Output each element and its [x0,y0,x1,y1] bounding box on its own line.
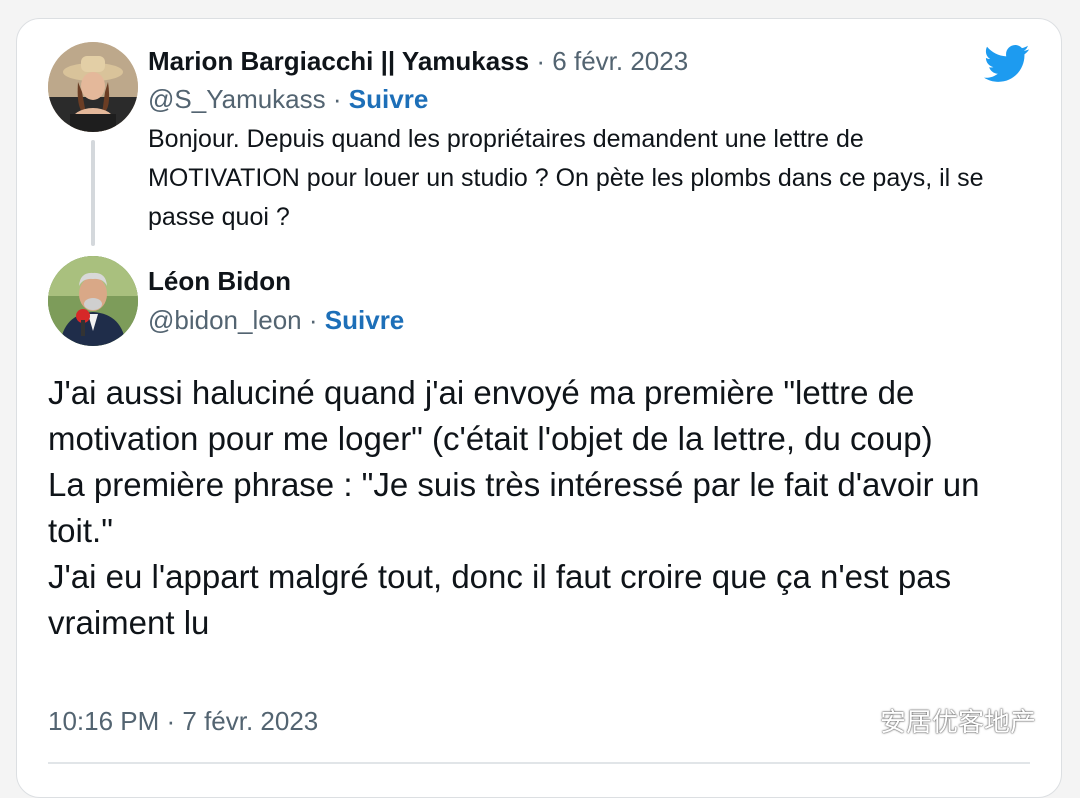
tweet-paragraph: J'ai eu l'appart malgré tout, donc il fa… [48,558,952,641]
avatar-image [48,42,138,132]
separator: · [332,84,342,114]
parent-handle-line: @S_Yamukass · Suivre [148,84,428,115]
separator: · [536,46,546,76]
author-handle[interactable]: @S_Yamukass [148,84,326,114]
avatar-image [48,256,138,346]
tweet-date[interactable]: 6 févr. 2023 [552,46,688,76]
parent-author-line: Marion Bargiacchi || Yamukass · 6 févr. … [148,46,688,77]
watermark: 安居优客地产 [832,700,1036,740]
author-handle[interactable]: @bidon_leon [148,305,302,335]
main-author-line: Léon Bidon [148,266,291,297]
watermark-text: 安居优客地产 [880,706,1037,737]
wechat-icon [832,705,871,734]
author-name[interactable]: Léon Bidon [148,266,291,296]
avatar[interactable] [48,42,138,132]
follow-button[interactable]: Suivre [325,305,405,335]
thread-connector [91,140,95,246]
follow-button[interactable]: Suivre [349,84,429,114]
twitter-bird-icon[interactable] [984,44,1030,84]
parent-tweet-text: Bonjour. Depuis quand les propriétaires … [148,125,984,231]
author-name[interactable]: Marion Bargiacchi || Yamukass [148,46,529,76]
main-tweet-text: J'ai aussi haluciné quand j'ai envoyé ma… [48,370,1038,646]
tweet-paragraph: La première phrase : "Je suis très intér… [48,466,980,549]
tweet-paragraph: J'ai aussi haluciné quand j'ai envoyé ma… [48,374,933,457]
avatar[interactable] [48,256,138,346]
separator: · [308,305,318,335]
main-handle-line: @bidon_leon · Suivre [148,305,404,336]
tweet-timestamp[interactable]: 10:16 PM · 7 févr. 2023 [48,706,318,737]
divider [48,762,1030,764]
